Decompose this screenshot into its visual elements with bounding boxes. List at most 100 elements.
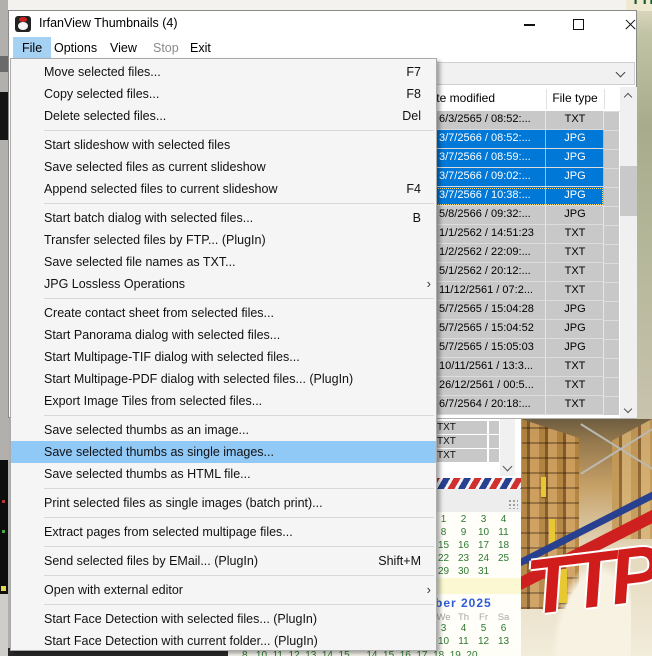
calendar-day-name: Th	[455, 612, 472, 623]
menu-item-label: Start Face Detection with selected files…	[44, 612, 317, 626]
file-type-cell: JPG	[546, 322, 604, 334]
table-row[interactable]: TXT	[433, 421, 487, 434]
calendar-day[interactable]: 31	[475, 566, 492, 577]
scroll-thumb[interactable]	[620, 166, 637, 216]
menubar-item-view[interactable]: View	[101, 37, 146, 59]
menu-item[interactable]: Start Multipage-TIF dialog with selected…	[11, 346, 436, 368]
column-divider[interactable]	[604, 89, 605, 109]
scroll-up-button[interactable]	[620, 87, 637, 103]
menu-item[interactable]: JPG Lossless Operations›	[11, 273, 436, 295]
secondary-file-panel: TXTTXTTXT	[433, 419, 522, 478]
row-divider	[545, 396, 546, 414]
calendar-day[interactable]: 9	[455, 527, 472, 538]
menu-item[interactable]: Save selected files as current slideshow	[11, 156, 436, 178]
calendar-day[interactable]: 25	[495, 553, 512, 564]
calendar-day[interactable]: 10	[475, 527, 492, 538]
close-button[interactable]	[603, 11, 647, 37]
calendar-day[interactable]: 16	[455, 540, 472, 551]
minimize-button[interactable]	[508, 11, 552, 37]
menu-item[interactable]: Move selected files...F7	[11, 61, 436, 83]
menu-item[interactable]: Extract pages from selected multipage fi…	[11, 521, 436, 543]
menu-item[interactable]: Print selected files as single images (b…	[11, 492, 436, 514]
calendar-day[interactable]: 23	[455, 553, 472, 564]
calendar-day[interactable]: 11	[455, 636, 472, 647]
chevron-down-icon[interactable]	[616, 68, 626, 78]
calendar-day[interactable]: 3	[435, 623, 452, 634]
scroll-down-button[interactable]	[620, 402, 637, 418]
menu-item[interactable]: Start Panorama dialog with selected file…	[11, 324, 436, 346]
menu-item[interactable]: Start slideshow with selected files	[11, 134, 436, 156]
menu-item[interactable]: Send selected files by EMail... (PlugIn)…	[11, 550, 436, 572]
calendar-day[interactable]: 10	[435, 636, 452, 647]
menu-item[interactable]: Save selected thumbs as single images...	[11, 441, 436, 463]
menu-item-label: Save selected file names as TXT...	[44, 255, 236, 269]
calendar-day[interactable]: 17	[475, 540, 492, 551]
calendar-day[interactable]: 30	[455, 566, 472, 577]
row-divider	[545, 130, 546, 148]
calendar-day[interactable]: 11	[495, 527, 512, 538]
file-type-cell: TXT	[546, 265, 604, 277]
menu-item-label: Start slideshow with selected files	[44, 138, 230, 152]
menu-item-label: Save selected thumbs as HTML file...	[44, 467, 251, 481]
menu-item[interactable]: Start batch dialog with selected files..…	[11, 207, 436, 229]
calendar-day[interactable]: 13	[495, 636, 512, 647]
menu-item-label: Send selected files by EMail... (PlugIn)	[44, 554, 258, 568]
file-type-cell: JPG	[546, 208, 604, 220]
menu-item[interactable]: Append selected files to current slidesh…	[11, 178, 436, 200]
menu-item[interactable]: Create contact sheet from selected files…	[11, 302, 436, 324]
date-modified-cell: 3/7/2566 / 08:59:...	[439, 151, 531, 163]
menu-item[interactable]: Copy selected files...F8	[11, 83, 436, 105]
table-row[interactable]: TXT	[433, 449, 487, 462]
menu-item[interactable]: Save selected thumbs as HTML file...	[11, 463, 436, 485]
calendar-day[interactable]: 12	[475, 636, 492, 647]
calendar-day[interactable]: 8	[435, 527, 452, 538]
file-type-cell: TXT	[546, 379, 604, 391]
desktop-fragment	[2, 500, 5, 503]
scroll-down-icon[interactable]	[503, 462, 513, 472]
calendar-day[interactable]: 29	[435, 566, 452, 577]
table-row[interactable]: TXT	[433, 435, 487, 448]
menubar: File Options View Stop Exit	[9, 37, 636, 59]
menu-item[interactable]: Start Multipage-PDF dialog with selected…	[11, 368, 436, 390]
menu-item[interactable]: Save selected file names as TXT...	[11, 251, 436, 273]
calendar-day-name: Sa	[495, 612, 512, 623]
row-divider	[545, 320, 546, 338]
menu-item[interactable]: Save selected thumbs as an image...	[11, 419, 436, 441]
calendar-day[interactable]: 4	[495, 514, 512, 525]
menubar-item-options[interactable]: Options	[45, 37, 106, 59]
calendar-day[interactable]: 2	[455, 514, 472, 525]
menu-item[interactable]: Open with external editor›	[11, 579, 436, 601]
menu-item[interactable]: Transfer selected files by FTP... (PlugI…	[11, 229, 436, 251]
row-divider	[545, 301, 546, 319]
menu-shortcut: F7	[406, 61, 421, 83]
calendar-day[interactable]: 1	[435, 514, 452, 525]
table-cell	[489, 421, 499, 434]
resize-grip[interactable]	[508, 499, 518, 509]
calendar-day[interactable]: 4	[455, 623, 472, 634]
menu-item-label: Save selected files as current slideshow	[44, 160, 266, 174]
calendar-day[interactable]: 18	[495, 540, 512, 551]
calendar-day[interactable]: 15	[435, 540, 452, 551]
calendar-day[interactable]: 24	[475, 553, 492, 564]
menu-item[interactable]: Export Image Tiles from selected files..…	[11, 390, 436, 412]
column-header-file-type[interactable]: File type	[546, 91, 604, 105]
calendar-day[interactable]: 6	[495, 623, 512, 634]
column-divider[interactable]	[546, 89, 547, 109]
menu-item[interactable]: Start Face Detection with current folder…	[11, 630, 436, 652]
calendar-day[interactable]: 22	[435, 553, 452, 564]
calendar-day[interactable]: 3	[475, 514, 492, 525]
date-modified-cell: 1/1/2562 / 14:51:23	[439, 227, 534, 239]
secondary-scrollbar[interactable]	[500, 419, 515, 476]
row-divider	[545, 244, 546, 262]
file-type-cell: TXT	[546, 113, 604, 125]
maximize-button[interactable]	[556, 11, 600, 37]
menu-item[interactable]: Start Face Detection with selected files…	[11, 608, 436, 630]
menu-separator	[11, 601, 436, 608]
menu-item[interactable]: Delete selected files...Del	[11, 105, 436, 127]
menubar-item-exit[interactable]: Exit	[181, 37, 220, 59]
file-type-cell: TXT	[546, 398, 604, 410]
vertical-scrollbar[interactable]	[620, 87, 637, 418]
warehouse-photo: TTP	[521, 419, 652, 656]
calendar-day[interactable]: 5	[475, 623, 492, 634]
file-type-cell: TXT	[546, 284, 604, 296]
